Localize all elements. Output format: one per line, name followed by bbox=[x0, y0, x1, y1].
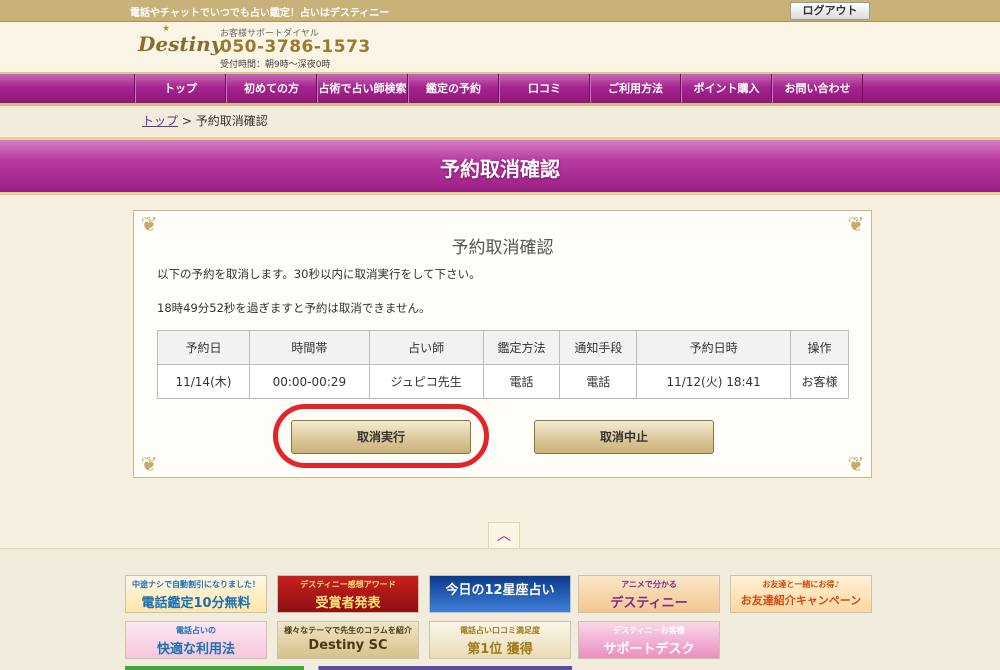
banner-large-text: お友達紹介キャンペーン bbox=[740, 594, 862, 607]
col-time-slot: 時間帯 bbox=[248, 330, 370, 365]
cell-time-slot: 00:00-00:29 bbox=[248, 364, 370, 399]
cell-method: 電話 bbox=[482, 364, 561, 399]
banner-column[interactable]: 様々なテーマで先生のコラムを紹介 Destiny SC bbox=[277, 621, 419, 659]
nav-item-usage[interactable]: ご利用方法 bbox=[590, 74, 681, 103]
table-row: 11/14(木) 00:00-00:29 ジュピコ先生 電話 電話 11/12(… bbox=[157, 364, 849, 399]
footer-banners: 中途ナシで自動割引になりました！ 電話鑑定10分無料 デスティニー感想アワード … bbox=[0, 548, 1000, 670]
top-strip: 電話やチャットでいつでも占い鑑定！占いはデスティニー ログアウト bbox=[0, 0, 1000, 22]
abort-cancel-button[interactable]: 取消中止 bbox=[534, 420, 714, 454]
col-operation: 操作 bbox=[790, 330, 849, 365]
breadcrumb-separator: > bbox=[181, 114, 192, 128]
support-hours: 受付時間：朝9時～深夜0時 bbox=[220, 60, 331, 70]
page-title: 予約取消確認 bbox=[440, 157, 560, 181]
breadcrumb: トップ > 予約取消確認 bbox=[0, 106, 1000, 136]
support-phone-number: 050-3786-1573 bbox=[220, 37, 371, 57]
banner-large-text: 受賞者発表 bbox=[315, 596, 381, 611]
main-nav: トップ 初めての方 占術で占い師検索 鑑定の予約 口コミ ご利用方法 ポイント購… bbox=[0, 72, 1000, 106]
banner-small-text: 電話占い口コミ満足度 bbox=[460, 626, 540, 635]
cell-reservation-date: 11/14(木) bbox=[157, 364, 250, 399]
banner-horoscope[interactable]: 今日の12星座占い bbox=[429, 575, 571, 613]
banner-support-desk[interactable]: デスティニーお客様 サポートデスク bbox=[578, 621, 720, 659]
banner-large-text: 快適な利用法 bbox=[156, 642, 235, 657]
banner-anime[interactable]: アニメで分かる デスティニー bbox=[578, 575, 720, 613]
banner-small-text: 様々なテーマで先生のコラムを紹介 bbox=[284, 626, 412, 635]
nav-item-top[interactable]: トップ bbox=[135, 74, 226, 103]
footer-banner-strip bbox=[125, 666, 870, 670]
panel-heading: 予約取消確認 bbox=[451, 238, 554, 258]
banner-satisfaction[interactable]: 電話占い口コミ満足度 第1位 獲得 bbox=[429, 621, 571, 659]
ornament-corner-icon: ❦ bbox=[847, 452, 865, 476]
cell-notification: 電話 bbox=[559, 364, 638, 399]
logout-button[interactable]: ログアウト bbox=[790, 2, 870, 20]
banner-large-text: Destiny SC bbox=[308, 638, 388, 653]
col-reservation-date: 予約日 bbox=[157, 330, 250, 365]
banner-large-text: サポートデスク bbox=[603, 642, 695, 657]
banner-large-text: 第1位 獲得 bbox=[467, 642, 533, 657]
nav-item-reservation[interactable]: 鑑定の予約 bbox=[408, 74, 499, 103]
table-header-row: 予約日 時間帯 占い師 鑑定方法 通知手段 予約日時 操作 bbox=[157, 330, 849, 365]
ornament-corner-icon: ❦ bbox=[140, 452, 158, 476]
banner-small-text: 電話占いの bbox=[176, 626, 216, 635]
col-fortune-teller: 占い師 bbox=[368, 330, 484, 365]
banner-small-text: アニメで分かる bbox=[621, 580, 677, 589]
execute-cancel-button[interactable]: 取消実行 bbox=[291, 420, 471, 454]
cancel-instruction: 以下の予約を取消します。30秒以内に取消実行をして下さい。 bbox=[157, 267, 481, 281]
cell-fortune-teller: ジュピコ先生 bbox=[368, 364, 484, 399]
reservation-table: 予約日 時間帯 占い師 鑑定方法 通知手段 予約日時 操作 11/14(木) 0… bbox=[157, 330, 849, 399]
nav-item-beginners[interactable]: 初めての方 bbox=[226, 74, 317, 103]
col-method: 鑑定方法 bbox=[482, 330, 561, 365]
nav-item-search[interactable]: 占術で占い師検索 bbox=[317, 74, 408, 103]
banner-usage-guide[interactable]: 電話占いの 快適な利用法 bbox=[125, 621, 267, 659]
page-top-chevron-up-icon[interactable]: ︿ bbox=[488, 522, 520, 548]
site-logo[interactable]: Destiny bbox=[138, 32, 222, 56]
site-tagline: 電話やチャットでいつでも占い鑑定！占いはデスティニー bbox=[130, 8, 390, 19]
site-header: ★ Destiny お客様サポートダイヤル 050-3786-1573 受付時間… bbox=[0, 22, 1000, 72]
banner-free-10min[interactable]: 中途ナシで自動割引になりました！ 電話鑑定10分無料 bbox=[125, 575, 267, 613]
nav-item-reviews[interactable]: 口コミ bbox=[499, 74, 590, 103]
cell-booked-at: 11/12(火) 18:41 bbox=[636, 364, 792, 399]
cancel-deadline: 18時49分52秒を過ぎますと予約は取消できません。 bbox=[157, 301, 431, 315]
col-booked-at: 予約日時 bbox=[636, 330, 792, 365]
banner-large-text: 電話鑑定10分無料 bbox=[141, 596, 251, 611]
banner-large-text: デスティニー bbox=[610, 596, 688, 611]
page-title-band: 予約取消確認 bbox=[0, 137, 1000, 195]
banner-small-text: 中途ナシで自動割引になりました！ bbox=[132, 580, 260, 589]
nav-item-contact[interactable]: お問い合わせ bbox=[772, 74, 863, 103]
banner-small-text: お友達と一緒にお得♪ bbox=[762, 580, 840, 589]
banner-large-text: 今日の12星座占い bbox=[445, 583, 555, 598]
banner-small-text: デスティニーお客様 bbox=[613, 626, 685, 635]
cell-operation: お客様 bbox=[790, 364, 849, 399]
banner-award[interactable]: デスティニー感想アワード 受賞者発表 bbox=[277, 575, 419, 613]
breadcrumb-home-link[interactable]: トップ bbox=[142, 114, 178, 128]
nav-item-buy-points[interactable]: ポイント購入 bbox=[681, 74, 772, 103]
banner-small-text: デスティニー感想アワード bbox=[300, 580, 396, 589]
breadcrumb-current: 予約取消確認 bbox=[195, 114, 268, 128]
banner-friend-referral[interactable]: お友達と一緒にお得♪ お友達紹介キャンペーン bbox=[730, 575, 872, 613]
cancel-confirm-panel: ❦ ❦ ❦ ❦ 予約取消確認 以下の予約を取消します。30秒以内に取消実行をして… bbox=[133, 210, 872, 478]
col-notification: 通知手段 bbox=[559, 330, 638, 365]
